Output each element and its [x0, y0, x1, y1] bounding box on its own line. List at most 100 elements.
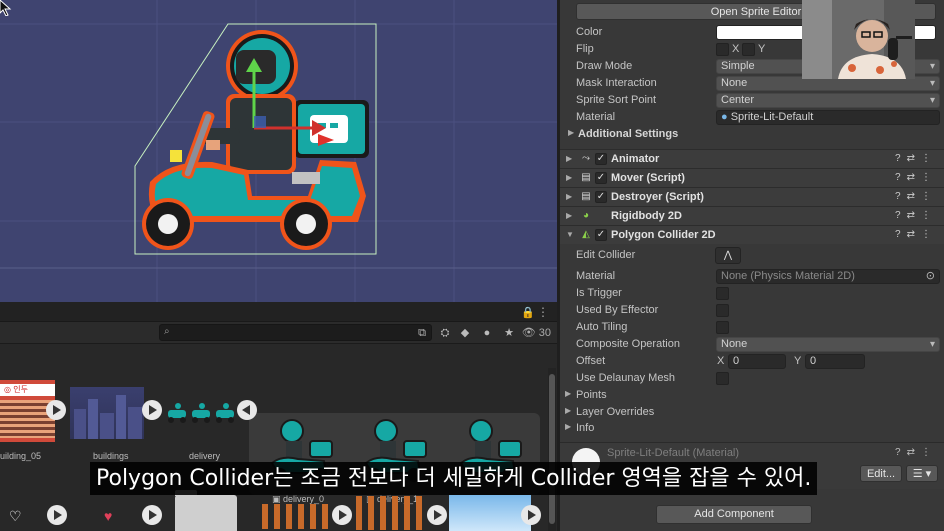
building-sign: ◎ 인두: [0, 384, 55, 396]
flip-y-checkbox[interactable]: [742, 43, 755, 56]
script-icon: ▤: [581, 191, 591, 202]
label-icon[interactable]: ◆: [457, 325, 473, 341]
offset-y-input[interactable]: 0: [805, 354, 865, 369]
favorite-star-icon[interactable]: ★: [501, 325, 517, 341]
visible-count: 👁 30: [521, 327, 551, 339]
info-foldout[interactable]: ▶ Info: [560, 420, 944, 437]
sprite-sort-point-dropdown[interactable]: Center: [716, 93, 940, 108]
used-by-effector-checkbox[interactable]: [716, 304, 729, 317]
kebab-menu-icon[interactable]: ⋮: [537, 305, 549, 319]
asset-play-button[interactable]: [332, 505, 352, 525]
component-header-icons[interactable]: ?⇄⋮: [895, 153, 937, 164]
material-edit-button[interactable]: Edit...: [860, 465, 902, 482]
foldout-arrow-down-icon[interactable]: ▼: [566, 230, 574, 239]
physics-material-field[interactable]: None (Physics Material 2D) ⊙: [716, 269, 940, 284]
search-icon: ⌕: [164, 326, 170, 337]
offset-x-input[interactable]: 0: [728, 354, 786, 369]
project-tab-bar: 🔒 ⋮: [0, 302, 557, 322]
material-menu-button[interactable]: ☰ ▾: [906, 465, 938, 482]
edit-collider-button[interactable]: ⋀: [715, 247, 741, 264]
foldout-arrow-icon[interactable]: ▶: [566, 211, 572, 220]
component-polygon-collider-2d[interactable]: ▼ ◭ ✓ Polygon Collider 2D ?⇄⋮: [560, 225, 944, 244]
asset-label: buildings: [93, 451, 129, 461]
scene-view[interactable]: [0, 0, 557, 302]
scooter-sprite[interactable]: [0, 0, 557, 302]
add-component-button[interactable]: Add Component: [656, 505, 812, 524]
foldout-arrow-icon[interactable]: ▶: [565, 406, 571, 415]
component-enabled-checkbox[interactable]: ✓: [595, 153, 607, 165]
composite-operation-row: Composite Operation None: [560, 336, 944, 353]
asset-sprite-strip[interactable]: [262, 504, 332, 529]
auto-tiling-checkbox[interactable]: [716, 321, 729, 334]
video-subtitle: Polygon Collider는 조금 전보다 더 세밀하게 Collider…: [90, 462, 818, 495]
component-header-icons[interactable]: ?⇄⋮: [895, 210, 937, 221]
asset-buildings[interactable]: [70, 387, 144, 439]
polygon-collider-icon: ◭: [582, 229, 590, 240]
material-row: Material ● Sprite-Lit-Default: [560, 109, 944, 126]
filter-type-icon[interactable]: ⛭: [437, 325, 453, 341]
folder-icon[interactable]: [175, 490, 237, 531]
used-by-effector-row: Used By Effector: [560, 302, 944, 319]
component-destroyer-script[interactable]: ▶ ▤ ✓ Destroyer (Script) ?⇄⋮: [560, 187, 944, 206]
component-enabled-checkbox[interactable]: ✓: [595, 229, 607, 241]
webcam-overlay: [802, 0, 915, 79]
asset-label: uilding_05: [0, 451, 42, 461]
foldout-arrow-icon[interactable]: ▶: [565, 422, 571, 431]
material-header-icons[interactable]: ?⇄⋮: [895, 447, 937, 458]
asset-delivery[interactable]: [166, 402, 242, 424]
component-header-icons[interactable]: ?⇄⋮: [895, 172, 937, 183]
asset-play-button[interactable]: [427, 505, 447, 525]
asset-play-button[interactable]: [142, 400, 162, 420]
asset-sky[interactable]: [449, 495, 531, 531]
component-enabled-checkbox[interactable]: ✓: [595, 191, 607, 203]
asset-sprite-strip[interactable]: [356, 496, 422, 530]
heart-icon[interactable]: ♥: [104, 508, 112, 524]
component-animator[interactable]: ▶ ⤳ ✓ Animator ?⇄⋮: [560, 149, 944, 168]
foldout-arrow-icon[interactable]: ▶: [568, 128, 574, 137]
material-dot-icon: ●: [721, 111, 728, 123]
edit-collider-row: Edit Collider ⋀: [560, 247, 944, 265]
auto-tiling-row: Auto Tiling: [560, 319, 944, 336]
offset-row: Offset X 0 Y 0: [560, 353, 944, 370]
is-trigger-row: Is Trigger: [560, 285, 944, 302]
project-toolbar: ⌕ ⧉ ⛭ ◆ ● ★ 👁 30: [0, 322, 557, 344]
additional-settings-row[interactable]: ▶ Additional Settings: [560, 126, 944, 143]
foldout-arrow-icon[interactable]: ▶: [566, 154, 572, 163]
rigidbody-icon: ◕: [582, 210, 590, 221]
component-rigidbody-2d[interactable]: ▶ ◕ Rigidbody 2D ?⇄⋮: [560, 206, 944, 225]
component-mover-script[interactable]: ▶ ▤ ✓ Mover (Script) ?⇄⋮: [560, 168, 944, 187]
foldout-arrow-icon[interactable]: ▶: [565, 389, 571, 398]
layer-overrides-foldout[interactable]: ▶ Layer Overrides: [560, 404, 944, 421]
material-field[interactable]: ● Sprite-Lit-Default: [716, 110, 940, 125]
sprite-sort-point-row: Sprite Sort Point Center: [560, 92, 944, 109]
foldout-arrow-icon[interactable]: ▶: [566, 173, 572, 182]
points-foldout[interactable]: ▶ Points: [560, 387, 944, 404]
asset-play-button[interactable]: [46, 400, 66, 420]
delaunay-checkbox[interactable]: [716, 372, 729, 385]
asset-play-button[interactable]: [47, 505, 67, 525]
asset-play-button[interactable]: [142, 505, 162, 525]
asset-label: delivery: [189, 451, 221, 461]
animator-icon: ⤳: [582, 153, 590, 164]
is-trigger-checkbox[interactable]: [716, 287, 729, 300]
project-search-input[interactable]: ⌕: [159, 324, 432, 341]
component-header-icons[interactable]: ?⇄⋮: [895, 191, 937, 202]
inspector-panel: Open Sprite Editor Color Flip X Y Draw M…: [559, 0, 944, 531]
heart-outline-icon[interactable]: ♡: [9, 508, 22, 525]
script-icon: ▤: [581, 172, 591, 183]
object-picker-icon[interactable]: ⊙: [926, 270, 935, 283]
component-enabled-checkbox[interactable]: ✓: [595, 172, 607, 184]
composite-operation-dropdown[interactable]: None: [716, 337, 940, 352]
component-header-icons[interactable]: ?⇄⋮: [895, 229, 937, 240]
collider-material-row: Material None (Physics Material 2D) ⊙: [560, 268, 944, 285]
foldout-arrow-icon[interactable]: ▶: [566, 192, 572, 201]
project-window: 🔒 ⋮ ⌕ ⧉ ⛭ ◆ ● ★ 👁 30 ◎ 인두 uilding_05 bui…: [0, 302, 557, 531]
warning-icon[interactable]: ●: [479, 325, 495, 341]
asset-play-button[interactable]: [521, 505, 541, 525]
search-by-type-icon[interactable]: ⧉: [414, 325, 430, 341]
asset-grid: ◎ 인두 uilding_05 buildings delivery ▣ del…: [0, 344, 548, 531]
flip-x-checkbox[interactable]: [716, 43, 729, 56]
project-scrollbar[interactable]: [548, 368, 556, 531]
asset-collapse-button[interactable]: [237, 400, 257, 420]
lock-icon[interactable]: 🔒: [521, 306, 535, 319]
